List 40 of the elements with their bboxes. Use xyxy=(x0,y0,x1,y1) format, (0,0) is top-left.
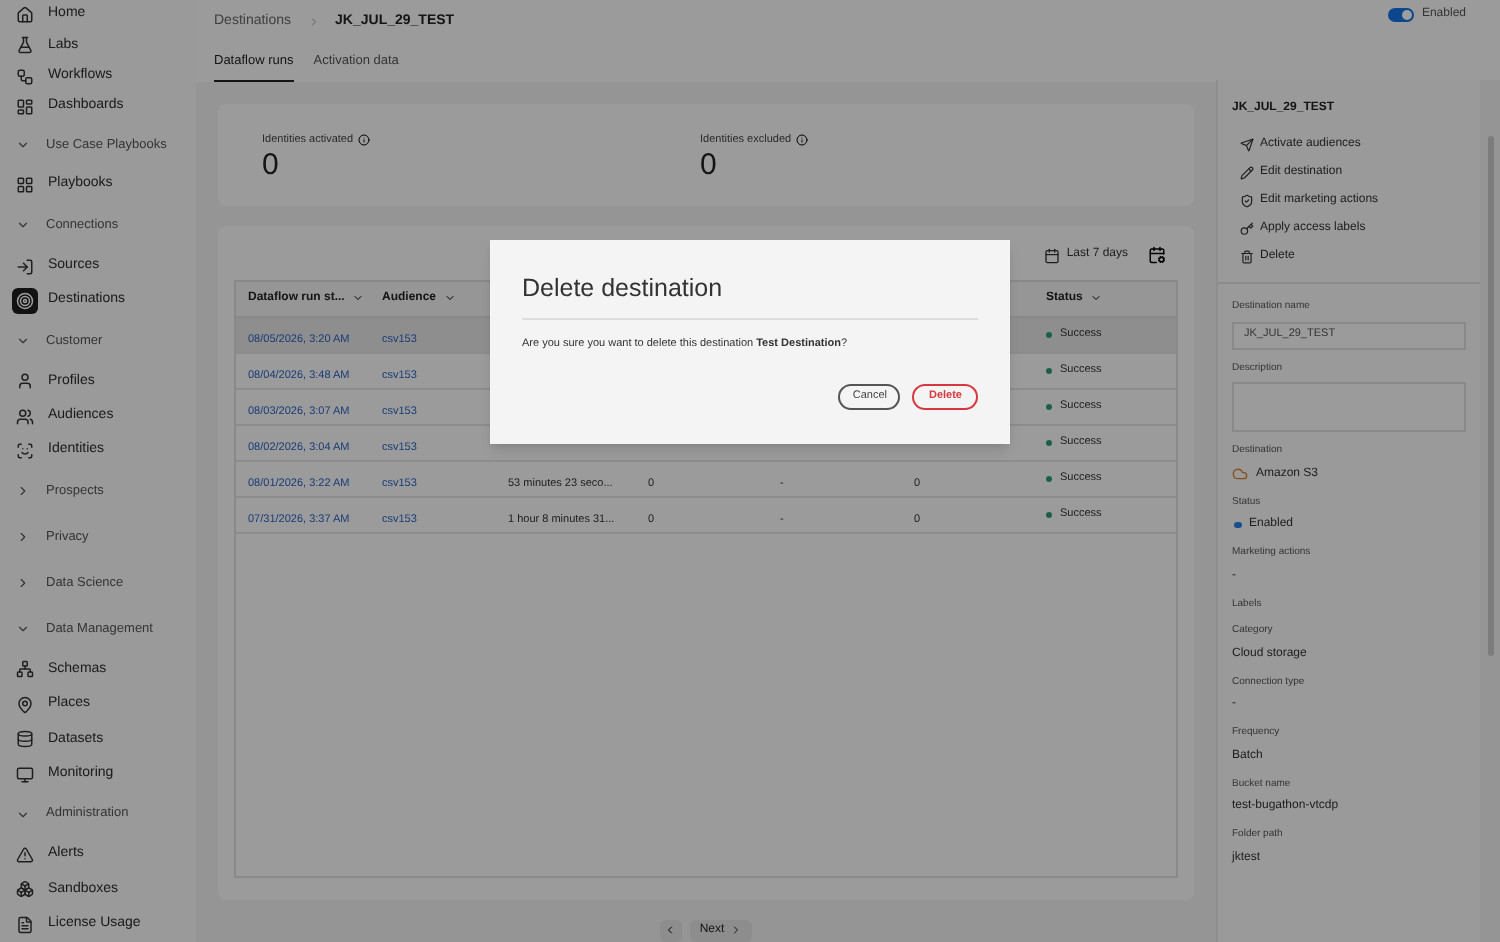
chevron-right-icon xyxy=(16,484,30,499)
chevron-down-icon xyxy=(16,137,30,152)
nav-icon xyxy=(12,911,38,938)
toggle-switch[interactable] xyxy=(1387,8,1414,22)
calendar-settings-icon[interactable] xyxy=(1148,246,1166,265)
nav-icon xyxy=(12,876,38,903)
chevron-down-icon xyxy=(16,622,30,637)
nav-icon xyxy=(12,726,38,753)
action-icon xyxy=(1240,137,1254,151)
chevron-right-icon xyxy=(730,924,743,937)
chevron-down-icon xyxy=(16,807,30,822)
action-icon xyxy=(1240,165,1254,179)
nav-icon xyxy=(12,691,38,718)
nav-icon xyxy=(12,2,38,29)
chevron-down-icon xyxy=(16,334,30,349)
nav-icon xyxy=(12,438,38,465)
info-icon[interactable] xyxy=(357,133,370,146)
nav-icon xyxy=(12,656,38,683)
chevron-left-icon xyxy=(664,924,677,937)
dialog-title: Delete destination xyxy=(522,270,978,320)
chevron-right-icon xyxy=(16,576,30,591)
bucket-icon xyxy=(1232,466,1248,482)
metric-value: 0 xyxy=(700,148,719,182)
previous-page-button[interactable] xyxy=(659,919,682,942)
sort-icon[interactable] xyxy=(1090,292,1103,305)
sort-icon[interactable] xyxy=(444,292,457,305)
action-icon xyxy=(1240,193,1254,207)
scrollbar[interactable] xyxy=(1480,80,1500,942)
sort-icon[interactable] xyxy=(352,292,365,305)
calendar-icon xyxy=(1044,247,1061,264)
action-icon xyxy=(1240,221,1254,235)
nav-icon xyxy=(12,287,38,314)
chevron-down-icon xyxy=(16,218,30,233)
nav-icon xyxy=(12,32,38,59)
nav-icon xyxy=(12,172,38,199)
info-icon[interactable] xyxy=(795,133,808,146)
breadcrumb-chevron-icon xyxy=(307,16,320,28)
metric-value: 0 xyxy=(262,148,281,182)
action-icon xyxy=(1240,249,1254,263)
chevron-right-icon xyxy=(16,530,30,545)
